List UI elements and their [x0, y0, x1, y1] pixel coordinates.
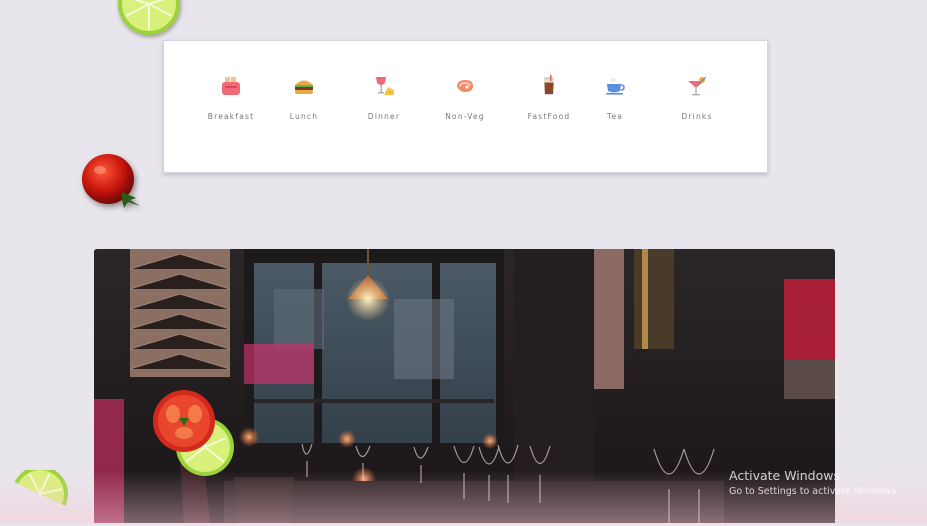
wine-cheese-icon	[376, 77, 394, 95]
tomato-slice-middle	[153, 390, 215, 452]
category-label: Non-Veg	[445, 112, 485, 121]
tea-cup-icon	[606, 77, 625, 95]
category-label: Drinks	[681, 112, 713, 121]
burger-icon	[295, 80, 313, 94]
restaurant-interior-photo	[94, 249, 835, 523]
category-tea[interactable]: Tea	[570, 75, 660, 121]
steak-icon	[457, 80, 473, 92]
category-label: Dinner	[367, 112, 401, 121]
category-lunch[interactable]: Lunch	[259, 75, 349, 121]
latte-glass-icon	[544, 75, 554, 95]
restaurant-hero-image	[94, 249, 835, 523]
category-card: Breakfast Lunch Dinner Non-Veg FastFood …	[163, 40, 768, 173]
lime-slice-top	[118, 0, 180, 35]
activate-windows-watermark: Activate Windows Go to Settings to activ…	[729, 468, 899, 497]
watermark-subtitle: Go to Settings to activate Windows.	[729, 486, 900, 497]
category-label: Lunch	[289, 112, 319, 121]
lime-slice-bottom	[14, 470, 68, 506]
tomato-left	[82, 154, 140, 208]
cocktail-icon	[688, 76, 707, 96]
category-label: Tea	[606, 112, 624, 121]
watermark-title: Activate Windows	[729, 468, 840, 483]
category-drinks[interactable]: Drinks	[652, 75, 742, 121]
toaster-icon	[222, 77, 240, 95]
category-non-veg[interactable]: Non-Veg	[420, 75, 510, 121]
category-dinner[interactable]: Dinner	[339, 75, 429, 121]
